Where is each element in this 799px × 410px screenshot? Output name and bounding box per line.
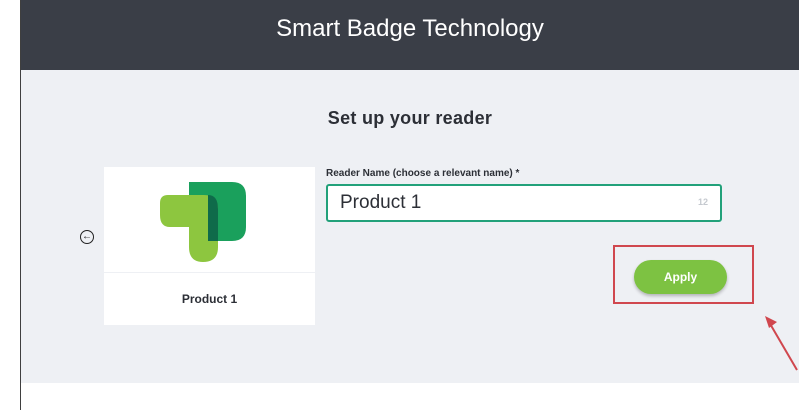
reader-card-label: Product 1 <box>104 272 315 325</box>
app-title: Smart Badge Technology <box>276 15 544 42</box>
page-title: Set up your reader <box>327 108 493 128</box>
annotation-arrow-icon <box>765 316 798 371</box>
reader-logo <box>104 167 315 272</box>
app-header: Smart Badge Technology <box>21 0 799 70</box>
setup-panel: Set up your reader ← Product 1 Reader Na… <box>21 70 799 383</box>
left-edge-rule <box>0 0 21 410</box>
back-arrow-icon[interactable]: ← <box>80 230 94 244</box>
reader-name-input[interactable] <box>340 190 660 216</box>
reader-card: Product 1 <box>104 167 315 325</box>
annotation-highlight-box <box>613 245 754 304</box>
reader-name-label: Reader Name (choose a relevant name) * <box>326 168 520 179</box>
char-counter: 12 <box>697 197 708 207</box>
reader-name-field[interactable]: 12 <box>326 184 722 222</box>
reader-logo-icon <box>160 182 246 262</box>
